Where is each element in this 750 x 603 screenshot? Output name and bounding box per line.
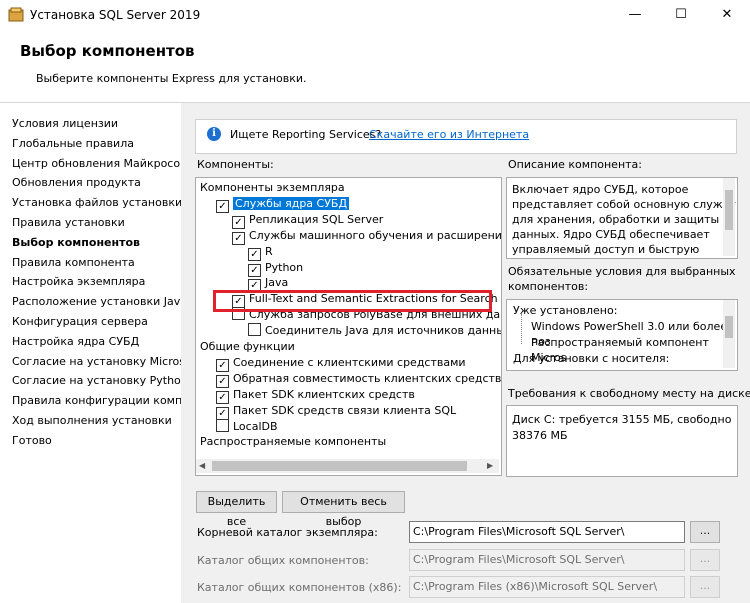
components-label: Компоненты: [197, 158, 274, 171]
component-checkbox[interactable] [216, 418, 229, 432]
info-text: Ищете Reporting Services? [230, 128, 382, 141]
disk-label: Требования к свободному месту на диске [508, 387, 750, 400]
description-line: управляемый доступ и быструю [512, 243, 700, 256]
component-row[interactable]: Python [248, 260, 304, 277]
nav-step-item[interactable]: Настройка экземпляра [12, 275, 145, 288]
prereq-pane: Уже установлено: Windows PowerShell 3.0 … [506, 299, 738, 371]
page-subtitle: Выберите компоненты Express для установк… [36, 72, 307, 85]
component-group-header: Компоненты экземпляра [200, 180, 345, 196]
shared-x86-label: Каталог общих компонентов (x86): [197, 581, 402, 594]
scroll-left-arrow-icon[interactable]: ◀ [199, 461, 205, 470]
component-row[interactable]: Java [248, 275, 289, 293]
sql-setup-app-icon [8, 7, 24, 22]
prereq-label: Обязательные условия для выбранных [508, 265, 736, 278]
window-title: Установка SQL Server 2019 [30, 8, 201, 22]
component-row[interactable]: Службы ядра СУБД [216, 196, 350, 213]
instance-root-label: Корневой каталог экземпляра: [197, 526, 378, 539]
prereq-label-2: компонентов: [508, 280, 589, 293]
component-row[interactable]: Пакет SDK средств связи клиента SQL [216, 403, 457, 420]
component-label: Службы машинного обучения и расширения я… [249, 228, 502, 242]
description-label: Описание компонента: [508, 158, 642, 171]
component-label: Соединитель Java для источников данных H… [265, 324, 501, 338]
shared-label: Каталог общих компонентов: [197, 554, 369, 567]
close-button[interactable]: ✕ [704, 0, 750, 30]
component-label: Общие функции [200, 340, 295, 353]
component-label: Пакет SDK клиентских средств [233, 387, 415, 401]
disk-line-1: Диск C: требуется 3155 МБ, свободно [512, 413, 732, 426]
component-row[interactable]: Репликация SQL Server [232, 212, 384, 229]
component-label: R [265, 244, 273, 258]
components-tree[interactable]: Компоненты экземпляра Службы ядра СУБД Реп… [195, 177, 502, 476]
scroll-right-arrow-icon[interactable]: ▶ [487, 461, 493, 470]
component-label: Java [265, 276, 289, 290]
component-row[interactable]: R [248, 244, 273, 261]
tree-horizontal-scroll-thumb[interactable] [212, 461, 467, 471]
component-row[interactable]: Обратная совместимость клиентских средст… [216, 371, 502, 388]
component-label: Распространяемые компоненты [200, 435, 387, 449]
component-label: LocalDB [233, 419, 278, 433]
component-row[interactable]: Службы машинного обучения и расширения я… [232, 228, 502, 245]
shared-x86-dir-browse-button[interactable]: ... [690, 576, 720, 598]
installed-title: Уже установлено: [513, 304, 618, 317]
description-line: для хранения, обработки и защиты [512, 213, 720, 226]
component-label: Компоненты экземпляра [200, 181, 345, 194]
component-label: Соединение с клиентскими средствами [233, 355, 466, 369]
page-title: Выбор компонентов [20, 42, 195, 60]
component-label: Python [265, 260, 304, 274]
shared-x86-dir-input[interactable]: C:\Program Files (x86)\Microsoft SQL Ser… [409, 576, 685, 598]
highlight-frame [213, 290, 492, 312]
nav-step-item[interactable]: Расположение установки Java [12, 295, 187, 308]
deselect-all-button[interactable]: Отменить весь выбор [282, 491, 405, 528]
info-icon: i [207, 127, 221, 141]
maximize-button[interactable]: ☐ [658, 0, 704, 30]
component-row[interactable]: Соединение с клиентскими средствами [216, 355, 466, 372]
nav-step-item[interactable]: Правила конфигурации комп... [12, 394, 193, 407]
nav-step-item[interactable]: Установка файлов установки [12, 196, 182, 209]
component-label: Пакет SDK средств связи клиента SQL [233, 403, 457, 417]
prereq-scroll-thumb[interactable] [725, 316, 733, 338]
shared-dir-input[interactable]: C:\Program Files\Microsoft SQL Server\ [409, 549, 685, 571]
nav-step-item[interactable]: Правила компонента [12, 256, 135, 269]
nav-step-item[interactable]: Ход выполнения установки [12, 414, 172, 427]
component-row[interactable]: Пакет SDK клиентских средств [216, 387, 415, 404]
nav-step-item[interactable]: Правила установки [12, 216, 125, 229]
nav-step-item[interactable]: Условия лицензии [12, 117, 118, 130]
description-scroll-thumb[interactable] [725, 190, 733, 230]
component-group-header: Распространяемые компоненты [200, 434, 386, 450]
select-all-button[interactable]: Выделить все [196, 491, 277, 528]
nav-step-item[interactable]: Центр обновления Майкросо... [12, 157, 191, 170]
instance-root-input[interactable]: C:\Program Files\Microsoft SQL Server\ [409, 521, 685, 543]
component-checkbox[interactable] [248, 323, 261, 337]
component-row[interactable]: Соединитель Java для источников данных H… [248, 323, 501, 339]
page-header [0, 30, 750, 103]
media-title: Для установки с носителя: [513, 352, 670, 365]
component-checkbox[interactable] [216, 199, 229, 213]
component-row[interactable]: LocalDB [216, 418, 278, 435]
component-label: Обратная совместимость клиентских средст… [233, 371, 502, 385]
nav-step-item[interactable]: Обновления продукта [12, 176, 141, 189]
nav-step-item[interactable]: Согласие на установку Micros... [12, 355, 195, 368]
disk-pane: Диск C: требуется 3155 МБ, свободно 3837… [506, 405, 738, 477]
nav-step-item[interactable]: Конфигурация сервера [12, 315, 148, 328]
description-line: Включает ядро СУБД, которое [512, 183, 689, 196]
nav-step-item[interactable]: Настройка ядра СУБД [12, 335, 139, 348]
nav-step-item[interactable]: Глобальные правила [12, 137, 134, 150]
component-label: Репликация SQL Server [249, 212, 384, 226]
disk-line-2: 38376 МБ [512, 429, 568, 442]
description-line: данных. Ядро СУБД обеспечивает [512, 228, 710, 241]
description-pane: Включает ядро СУБД, которое представляет … [506, 177, 738, 259]
nav-step-item[interactable]: Выбор компонентов [12, 236, 140, 249]
download-link[interactable]: Скачайте его из Интернета [369, 128, 529, 141]
tree-line [521, 314, 523, 344]
nav-step-item[interactable]: Согласие на установку Python [12, 374, 188, 387]
minimize-button[interactable]: — [612, 0, 658, 30]
component-checkbox[interactable] [232, 231, 245, 245]
instance-root-browse-button[interactable]: ... [690, 521, 720, 543]
component-group-header: Общие функции [200, 339, 295, 355]
component-label: Службы ядра СУБД [233, 196, 350, 210]
shared-dir-browse-button[interactable]: ... [690, 549, 720, 571]
nav-step-item[interactable]: Готово [12, 434, 52, 447]
description-line: представляет собой основную службу [512, 198, 736, 211]
